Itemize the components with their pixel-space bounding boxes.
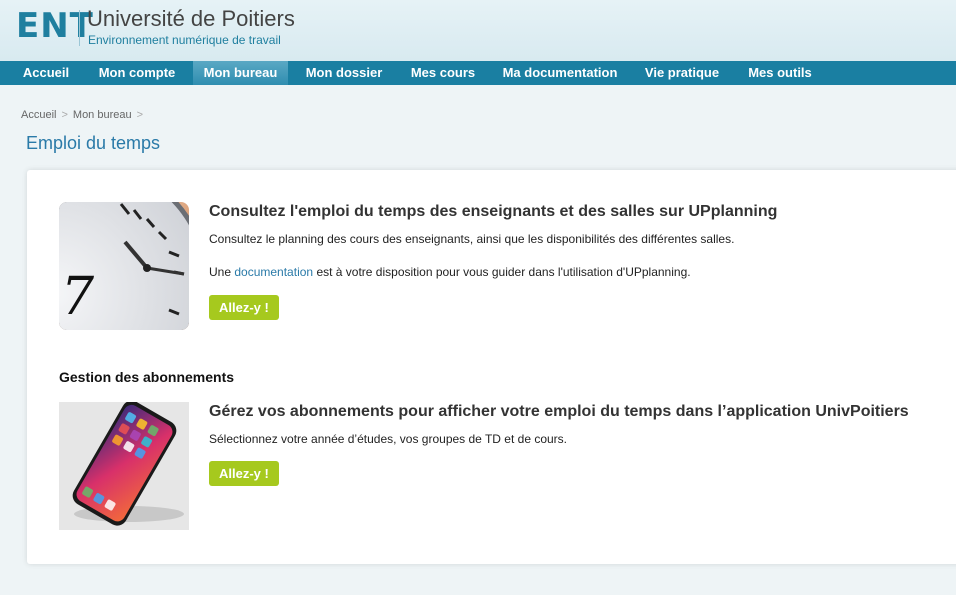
ent-logo[interactable]: ENT <box>16 6 94 46</box>
nav-item-mon-dossier[interactable]: Mon dossier <box>298 61 390 85</box>
breadcrumb-separator: > <box>136 109 144 121</box>
upplanning-title: Consultez l'emploi du temps des enseigna… <box>209 203 778 220</box>
clock-image: 7 <box>59 202 189 330</box>
upplanning-doc-text: Une documentation est à votre dispositio… <box>209 265 691 279</box>
upplanning-go-button[interactable]: Allez-y ! <box>209 295 279 320</box>
abonnements-go-button[interactable]: Allez-y ! <box>209 461 279 486</box>
nav-item-mon-compte[interactable]: Mon compte <box>92 61 182 85</box>
nav-item-mes-outils[interactable]: Mes outils <box>740 61 820 85</box>
svg-text:7: 7 <box>61 267 95 327</box>
nav-item-vie-pratique[interactable]: Vie pratique <box>638 61 726 85</box>
documentation-link[interactable]: documentation <box>234 265 313 279</box>
doc-prefix: Une <box>209 265 232 279</box>
page-title: Emploi du temps <box>26 133 161 153</box>
nav-item-mon-bureau[interactable]: Mon bureau <box>193 61 288 85</box>
breadcrumb-item-accueil[interactable]: Accueil <box>21 109 56 121</box>
upplanning-description: Consultez le planning des cours des ense… <box>209 232 735 246</box>
university-name[interactable]: Université de Poitiers <box>87 6 295 32</box>
breadcrumb: Accueil > Mon bureau > <box>21 109 148 121</box>
nav-item-ma-documentation[interactable]: Ma documentation <box>497 61 623 85</box>
abonnements-description: Sélectionnez votre année d’études, vos g… <box>209 432 568 446</box>
nav-item-mes-cours[interactable]: Mes cours <box>403 61 483 85</box>
logo-divider <box>79 10 80 46</box>
section-title-abonnements: Gestion des abonnements <box>59 369 235 385</box>
doc-suffix: est à votre disposition pour vous guider… <box>316 265 691 279</box>
header: ENT Université de Poitiers Environnement… <box>0 0 956 61</box>
smartphone-image <box>59 402 189 530</box>
abonnements-title: Gérez vos abonnements pour afficher votr… <box>209 403 909 420</box>
breadcrumb-item-mon-bureau[interactable]: Mon bureau <box>73 109 132 121</box>
site-subtitle: Environnement numérique de travail <box>88 33 281 47</box>
nav-item-accueil[interactable]: Accueil <box>10 61 82 85</box>
main-navigation: Accueil Mon compte Mon bureau Mon dossie… <box>0 61 956 85</box>
breadcrumb-separator: > <box>61 109 68 121</box>
